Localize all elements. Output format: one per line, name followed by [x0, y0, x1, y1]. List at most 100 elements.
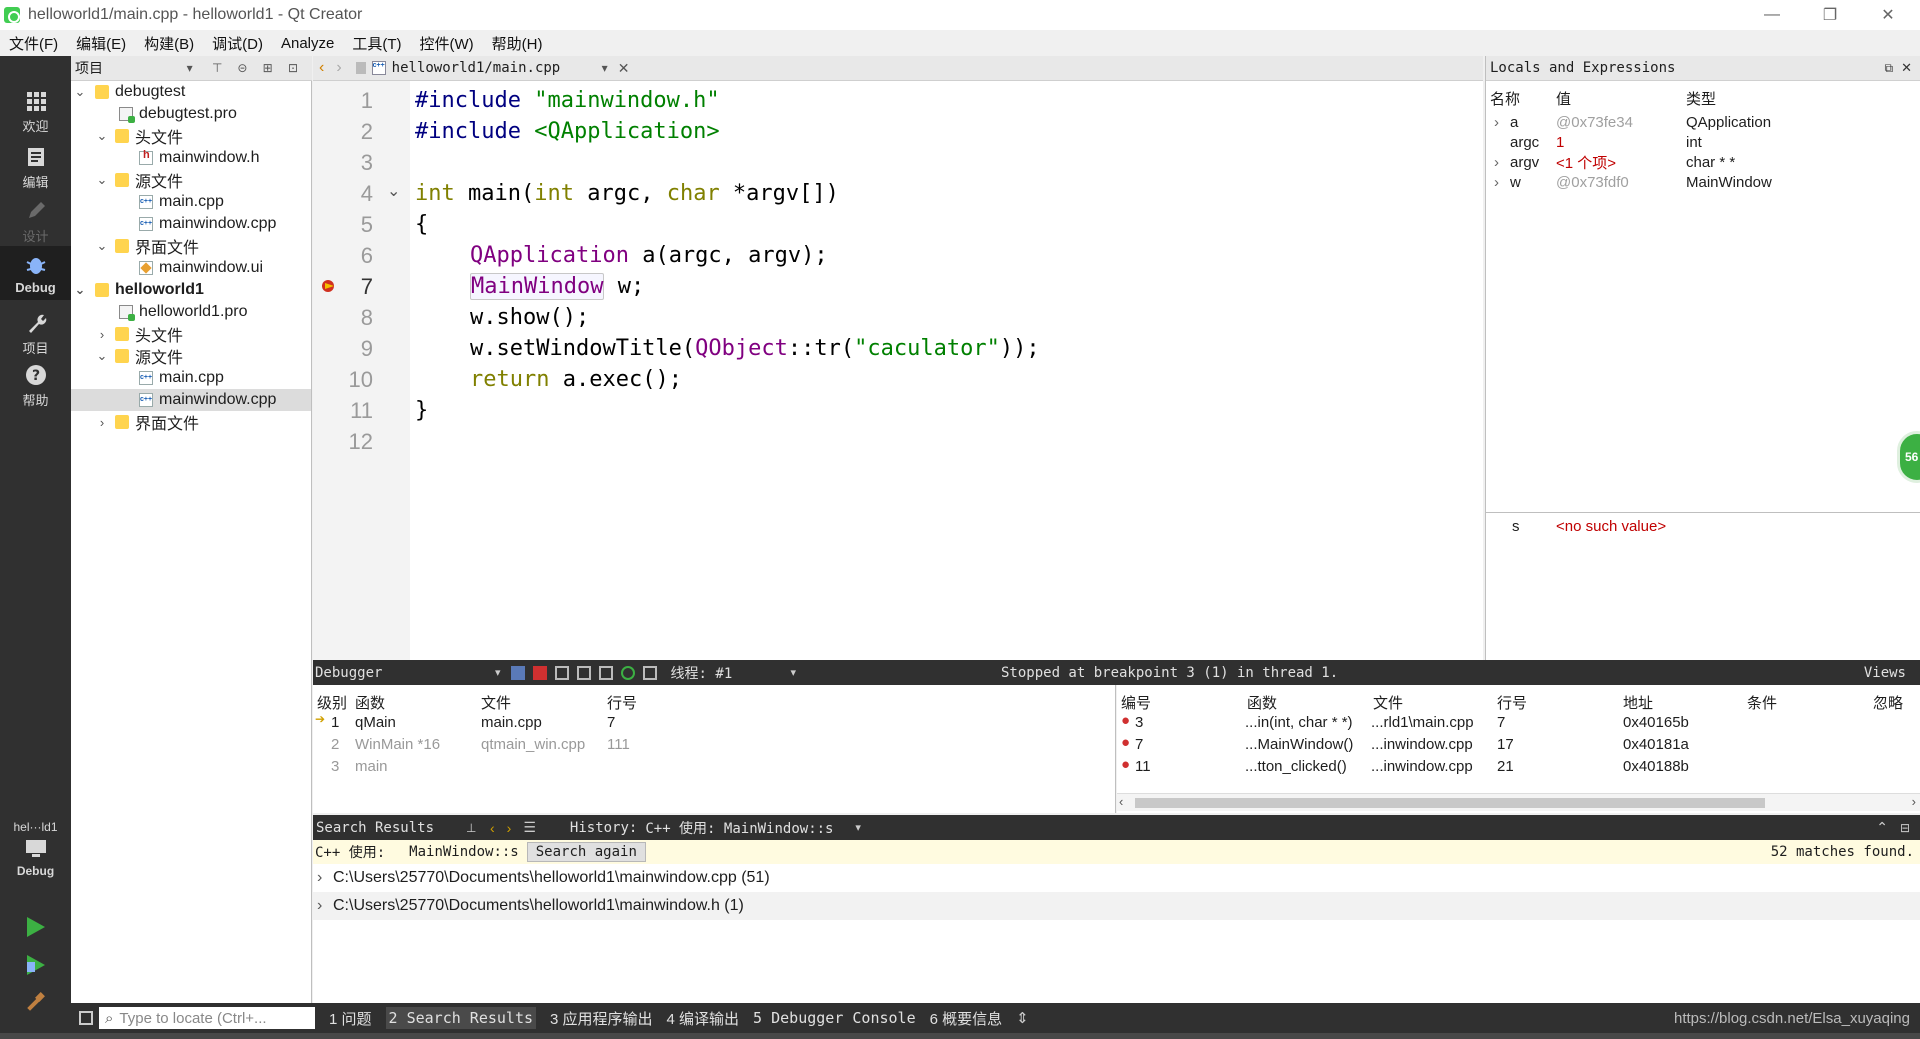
tree-item[interactable]: › 头文件: [95, 323, 183, 346]
history-selector[interactable]: C++ 使用: MainWindow::s: [645, 818, 855, 838]
locals-row[interactable]: › argv <1 个项> char * *: [1486, 152, 1920, 172]
mode-help[interactable]: ? 帮助: [0, 364, 71, 409]
expression-row[interactable]: s <no such value>: [1486, 516, 1920, 536]
chevron-down-icon[interactable]: ⌄: [73, 84, 87, 100]
search-again-button[interactable]: Search again: [526, 842, 646, 862]
output-pane-general-messages[interactable]: 6 概要信息: [930, 1008, 1003, 1029]
editor-file-tab[interactable]: helloworld1/main.cpp: [392, 60, 602, 76]
tree-item[interactable]: › 界面文件: [95, 411, 199, 434]
thread-selector[interactable]: 线程: #1: [671, 663, 791, 683]
menu-file[interactable]: 文件(F): [0, 33, 67, 54]
column-header-function[interactable]: 函数: [355, 692, 385, 713]
step-into-icon[interactable]: [576, 665, 591, 680]
kit-selector[interactable]: hel···ld1 Debug: [0, 820, 71, 878]
menu-debug[interactable]: 调试(D): [203, 33, 272, 54]
tree-item-selected[interactable]: mainwindow.cpp: [71, 389, 311, 411]
float-icon[interactable]: ⧉: [1885, 61, 1894, 76]
line-number-gutter[interactable]: 1 2 3 4 ⌄ 5 6 7 8 9 10 11 12: [313, 81, 410, 660]
output-pane-application-output[interactable]: 3 应用程序输出: [550, 1008, 653, 1029]
floating-badge[interactable]: 56: [1897, 431, 1920, 483]
tree-item[interactable]: ⌄ 源文件: [95, 169, 183, 191]
menu-build[interactable]: 构建(B): [135, 33, 203, 54]
chevron-down-icon[interactable]: ▾: [791, 666, 797, 679]
column-header-type[interactable]: 类型: [1686, 88, 1716, 109]
column-header-function[interactable]: 函数: [1247, 692, 1277, 713]
restore-button[interactable]: ❐: [1801, 0, 1859, 30]
tree-item[interactable]: ⌄ helloworld1: [73, 279, 204, 301]
close-panel-icon[interactable]: ⊟: [1900, 821, 1910, 835]
locals-row[interactable]: › a @0x73fe34 QApplication: [1486, 112, 1920, 132]
debug-run-icon[interactable]: [24, 954, 46, 976]
fold-chevron-icon[interactable]: ⌄: [387, 181, 400, 201]
tree-item[interactable]: main.cpp: [139, 367, 224, 389]
locator-input[interactable]: ⌕ Type to locate (Ctrl+...: [99, 1007, 315, 1029]
mode-design[interactable]: 设计: [0, 200, 71, 245]
column-header-file[interactable]: 文件: [481, 692, 511, 713]
mode-edit[interactable]: 编辑: [0, 146, 71, 191]
link-icon[interactable]: ⊝: [237, 61, 251, 75]
chevron-down-icon[interactable]: ⌄: [95, 238, 109, 254]
tree-item[interactable]: main.cpp: [139, 191, 224, 213]
chevron-down-icon[interactable]: ⌄: [95, 348, 109, 364]
chevron-down-icon[interactable]: ▾: [602, 61, 608, 75]
step-out-icon[interactable]: [598, 665, 613, 680]
tree-item[interactable]: ⌄ 界面文件: [95, 235, 199, 257]
views-menu[interactable]: Views: [1864, 665, 1906, 681]
output-pane-debugger-console[interactable]: 5 Debugger Console: [753, 1009, 916, 1027]
mode-projects[interactable]: 项目: [0, 312, 71, 357]
list-icon[interactable]: ☰: [523, 819, 536, 836]
stop-icon[interactable]: [532, 665, 547, 680]
tree-item[interactable]: debugtest.pro: [119, 103, 237, 125]
chevron-right-icon[interactable]: ›: [95, 415, 109, 430]
close-icon[interactable]: ✕: [1901, 60, 1912, 76]
column-header-name[interactable]: 名称: [1490, 88, 1520, 109]
column-header-level[interactable]: 级别: [317, 692, 347, 713]
column-header-address[interactable]: 地址: [1623, 692, 1653, 713]
build-hammer-icon[interactable]: [24, 992, 46, 1014]
column-header-line[interactable]: 行号: [1497, 692, 1527, 713]
tree-item[interactable]: mainwindow.ui: [139, 257, 263, 279]
maximize-panel-icon[interactable]: ⌃: [1876, 819, 1888, 836]
reverse-icon[interactable]: [642, 665, 657, 680]
chevron-right-icon[interactable]: ›: [1494, 154, 1499, 171]
continue-icon[interactable]: [510, 665, 525, 680]
tree-item[interactable]: mainwindow.cpp: [139, 213, 276, 235]
scrollbar-thumb[interactable]: [1135, 798, 1765, 808]
tree-item[interactable]: helloworld1.pro: [119, 301, 248, 323]
toggle-sidebar-icon[interactable]: [79, 1011, 93, 1025]
chevron-right-icon[interactable]: ›: [317, 897, 333, 915]
column-header-value[interactable]: 值: [1556, 88, 1571, 109]
back-icon[interactable]: ‹: [319, 59, 324, 77]
chevron-right-icon[interactable]: ›: [317, 869, 333, 887]
search-result-item[interactable]: › C:\Users\25770\Documents\helloworld1\m…: [313, 864, 1920, 892]
mode-welcome[interactable]: 欢迎: [0, 90, 71, 135]
output-pane-issues[interactable]: 1 问题: [329, 1008, 372, 1029]
minimize-button[interactable]: —: [1743, 0, 1801, 30]
column-header-file[interactable]: 文件: [1373, 692, 1403, 713]
run-icon[interactable]: [24, 916, 46, 938]
chevron-right-icon[interactable]: ›: [1494, 114, 1499, 131]
debugger-selector[interactable]: Debugger: [315, 665, 495, 681]
close-button[interactable]: ✕: [1859, 0, 1917, 30]
chevron-down-icon[interactable]: ▾: [855, 821, 861, 834]
previous-icon[interactable]: ‹: [490, 820, 495, 836]
menu-tools[interactable]: 工具(T): [343, 33, 410, 54]
scroll-right-icon[interactable]: ›: [1912, 794, 1916, 809]
output-pane-compile-output[interactable]: 4 编译输出: [667, 1008, 740, 1029]
menu-analyze[interactable]: Analyze: [272, 35, 343, 52]
horizontal-scrollbar[interactable]: ‹ ›: [1117, 793, 1920, 811]
step-over-icon[interactable]: [554, 665, 569, 680]
chevron-down-icon[interactable]: ⌄: [95, 128, 109, 144]
search-result-item[interactable]: › C:\Users\25770\Documents\helloworld1\m…: [313, 892, 1920, 920]
chevron-down-icon[interactable]: ⌄: [73, 282, 87, 298]
code-editor[interactable]: 1 2 3 4 ⌄ 5 6 7 8 9 10 11 12 #include "m…: [313, 81, 1483, 660]
locals-row[interactable]: argc 1 int: [1486, 132, 1920, 152]
chevron-down-icon[interactable]: ▾: [495, 666, 501, 679]
tree-item[interactable]: ⌄ 源文件: [95, 345, 183, 367]
split-icon[interactable]: ⊞: [263, 61, 277, 75]
chevron-right-icon[interactable]: ›: [1494, 174, 1499, 191]
forward-icon[interactable]: ›: [336, 59, 341, 77]
column-header-number[interactable]: 编号: [1121, 692, 1151, 713]
column-header-line[interactable]: 行号: [607, 692, 637, 713]
menu-help[interactable]: 帮助(H): [483, 33, 552, 54]
